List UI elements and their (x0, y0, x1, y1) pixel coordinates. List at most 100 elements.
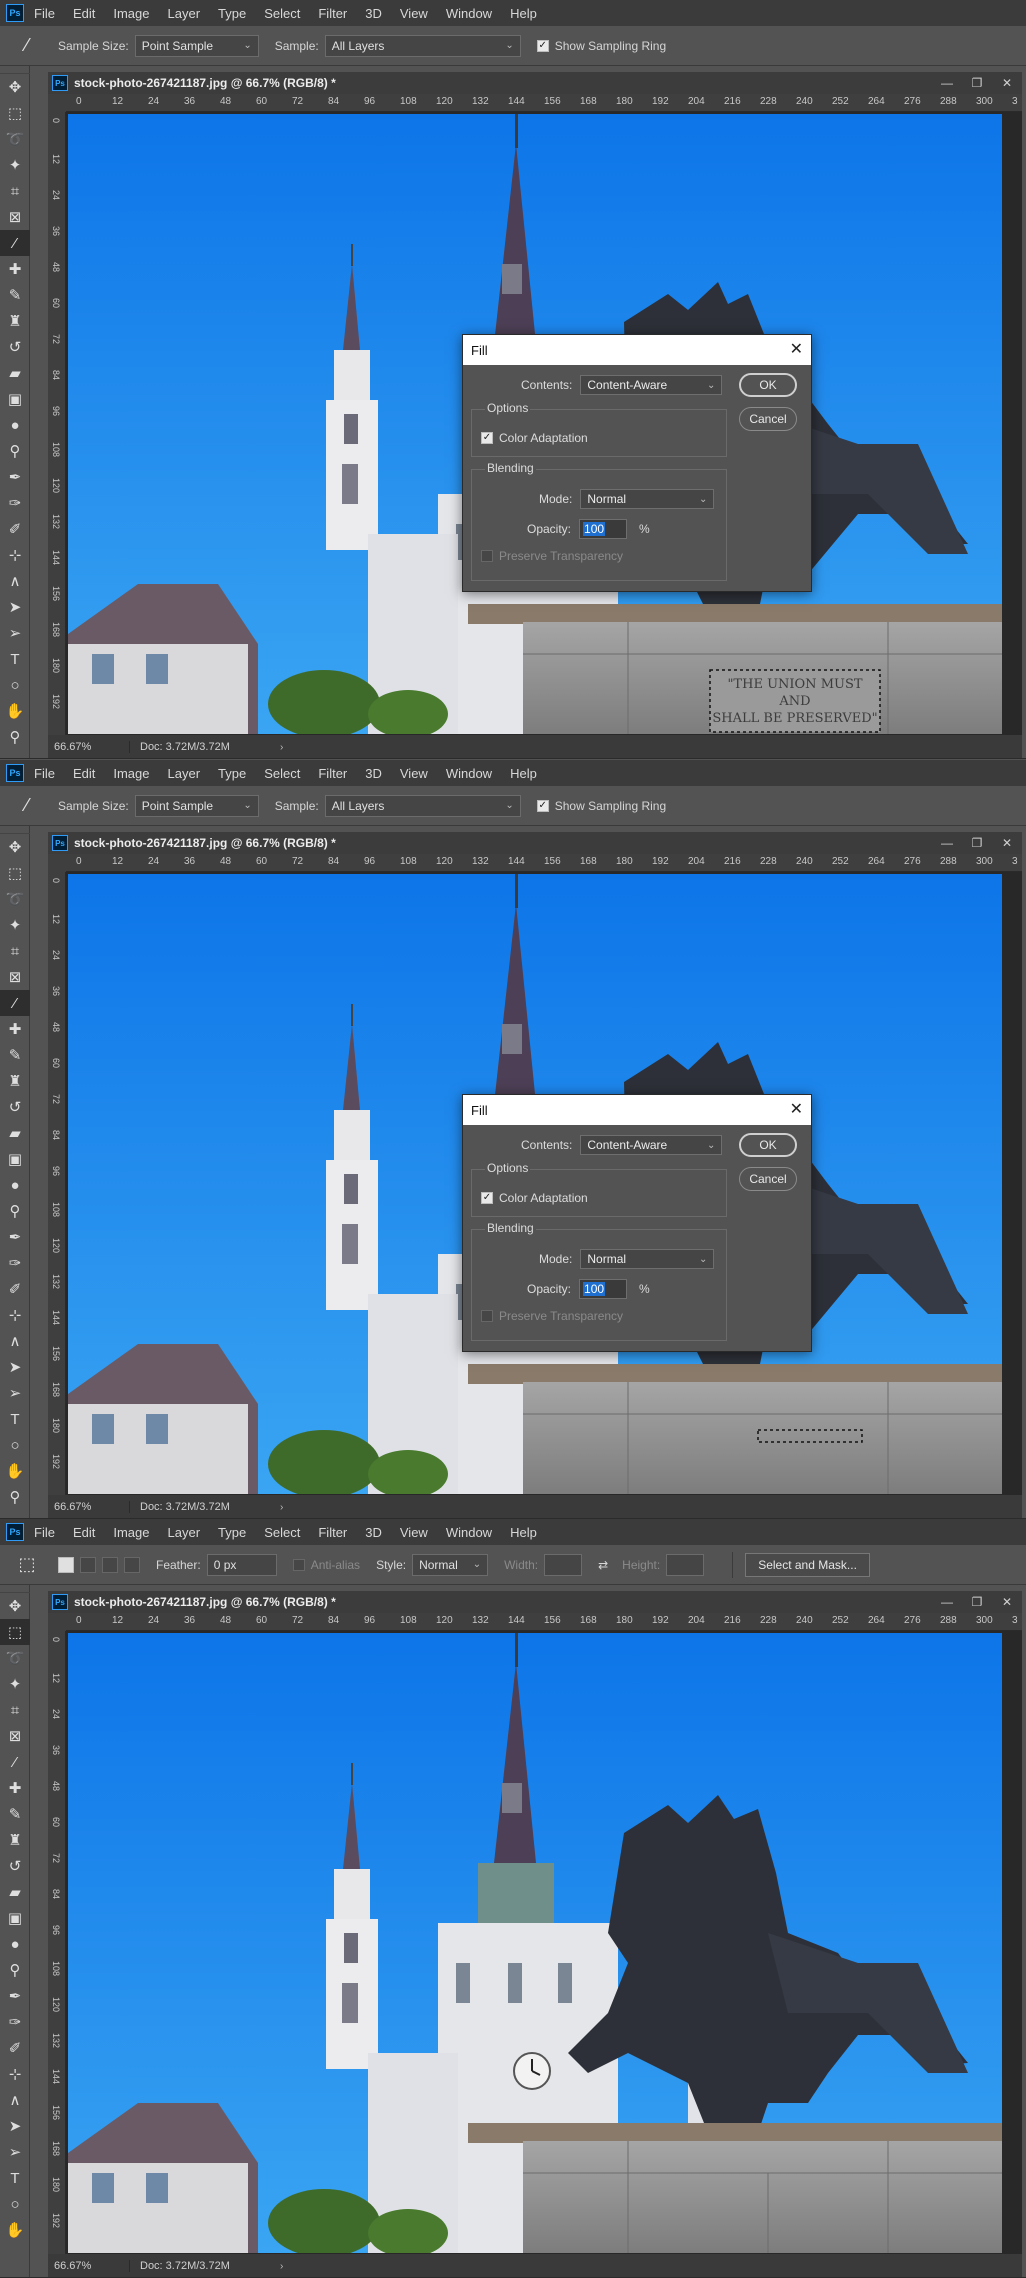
pen-tool-icon[interactable]: ✒ (0, 1983, 30, 2009)
dodge-tool-icon[interactable]: ⚲ (0, 1198, 30, 1224)
menu-help[interactable]: Help (510, 1525, 537, 1540)
vertical-ruler[interactable]: 0 12 24 36 48 60 72 84 96 108 120 132 144 156 168 180 19… (48, 112, 66, 735)
move-tool-icon[interactable]: ✥ (0, 74, 30, 100)
menu-3d[interactable]: 3D (365, 1525, 382, 1540)
menu-view[interactable]: View (400, 6, 428, 21)
new-selection-icon[interactable] (58, 1556, 74, 1573)
blur-tool-icon[interactable]: ● (0, 1172, 30, 1198)
fill-dialog-titlebar[interactable]: Fill ✕ (463, 335, 811, 365)
ellipse-tool-icon[interactable]: ○ (0, 672, 30, 698)
menu-edit[interactable]: Edit (73, 766, 95, 781)
zoom-tool-icon[interactable]: ⚲ (0, 724, 30, 750)
add-to-selection-icon[interactable] (80, 1556, 96, 1573)
ellipse-tool-icon[interactable]: ○ (0, 2191, 30, 2217)
crop-tool-icon[interactable]: ⌗ (0, 1697, 30, 1723)
zoom-level[interactable]: 66.67% (48, 1501, 130, 1513)
eyedropper-tool-icon[interactable]: ⁄ (0, 990, 30, 1016)
menu-layer[interactable]: Layer (168, 766, 201, 781)
frame-tool-icon[interactable]: ⊠ (0, 204, 30, 230)
select-and-mask-button[interactable]: Select and Mask... (745, 1552, 870, 1577)
crop-tool-icon[interactable]: ⌗ (0, 178, 30, 204)
sample-select[interactable]: All Layers ⌄ (324, 794, 521, 817)
contents-select[interactable]: Content-Aware ⌄ (580, 375, 723, 395)
dodge-tool-icon[interactable]: ⚲ (0, 1957, 30, 1983)
eraser-tool-icon[interactable]: ▰ (0, 360, 30, 386)
color-adaptation-checkbox[interactable]: ✓ (481, 432, 493, 444)
document-tab[interactable]: Ps stock-photo-267421187.jpg @ 66.7% (RG… (48, 72, 1022, 94)
toolbar-grip[interactable] (0, 1585, 30, 1593)
lasso-tool-icon[interactable]: ➰ (0, 886, 30, 912)
menu-file[interactable]: File (34, 6, 55, 21)
ruler-corner[interactable] (48, 1613, 66, 1631)
add-anchor-tool-icon[interactable]: ⊹ (0, 542, 30, 568)
eyedropper-tool-preset-icon[interactable]: ⁄ (14, 793, 40, 819)
curvature-pen-tool-icon[interactable]: ✐ (0, 2035, 30, 2061)
document-tab[interactable]: Ps stock-photo-267421187.jpg @ 66.7% (RG… (48, 832, 1022, 854)
style-select[interactable]: Normal ⌄ (412, 1553, 489, 1576)
marquee-tool-icon[interactable]: ⬚ (0, 1619, 30, 1645)
menu-window[interactable]: Window (446, 1525, 492, 1540)
eyedropper-tool-icon[interactable]: ⁄ (0, 230, 30, 256)
hand-tool-icon[interactable]: ✋ (0, 1458, 30, 1484)
clone-stamp-tool-icon[interactable]: ♜ (0, 1068, 30, 1094)
menu-help[interactable]: Help (510, 6, 537, 21)
add-anchor-tool-icon[interactable]: ⊹ (0, 2061, 30, 2087)
magic-wand-tool-icon[interactable]: ✦ (0, 1671, 30, 1697)
menu-3d[interactable]: 3D (365, 6, 382, 21)
healing-brush-tool-icon[interactable]: ✚ (0, 1775, 30, 1801)
toolbar-grip[interactable] (0, 826, 30, 834)
crop-tool-icon[interactable]: ⌗ (0, 938, 30, 964)
eyedropper-tool-preset-icon[interactable]: ⁄ (14, 33, 40, 59)
convert-point-tool-icon[interactable]: ∧ (0, 2087, 30, 2113)
menu-file[interactable]: File (34, 1525, 55, 1540)
history-brush-tool-icon[interactable]: ↺ (0, 1853, 30, 1879)
menu-view[interactable]: View (400, 1525, 428, 1540)
doc-close-button[interactable]: ✕ (992, 72, 1022, 94)
menu-layer[interactable]: Layer (168, 1525, 201, 1540)
doc-minimize-button[interactable]: — (932, 832, 962, 854)
marquee-tool-preset-icon[interactable]: ⬚ (14, 1552, 40, 1578)
history-brush-tool-icon[interactable]: ↺ (0, 1094, 30, 1120)
clone-stamp-tool-icon[interactable]: ♜ (0, 1827, 30, 1853)
direct-selection-tool-icon[interactable]: ➢ (0, 1380, 30, 1406)
menu-type[interactable]: Type (218, 1525, 246, 1540)
doc-close-button[interactable]: ✕ (992, 832, 1022, 854)
frame-tool-icon[interactable]: ⊠ (0, 1723, 30, 1749)
eraser-tool-icon[interactable]: ▰ (0, 1879, 30, 1905)
ellipse-tool-icon[interactable]: ○ (0, 1432, 30, 1458)
menu-filter[interactable]: Filter (318, 1525, 347, 1540)
zoom-level[interactable]: 66.67% (48, 2260, 130, 2272)
show-sampling-ring-checkbox[interactable]: ✓ (536, 39, 549, 52)
menu-edit[interactable]: Edit (73, 1525, 95, 1540)
ruler-corner[interactable] (48, 854, 66, 872)
subtract-from-selection-icon[interactable] (102, 1556, 118, 1573)
zoom-level[interactable]: 66.67% (48, 741, 130, 753)
ok-button[interactable]: OK (739, 373, 797, 397)
menu-filter[interactable]: Filter (318, 6, 347, 21)
menu-select[interactable]: Select (264, 1525, 300, 1540)
close-icon[interactable]: ✕ (790, 1099, 803, 1119)
pen-tool-icon[interactable]: ✒ (0, 1224, 30, 1250)
brush-tool-icon[interactable]: ✎ (0, 1042, 30, 1068)
fill-dialog-titlebar[interactable]: Fill ✕ (463, 1095, 811, 1125)
blur-tool-icon[interactable]: ● (0, 412, 30, 438)
chevron-right-icon[interactable]: › (280, 1502, 283, 1513)
menu-select[interactable]: Select (264, 6, 300, 21)
menu-3d[interactable]: 3D (365, 766, 382, 781)
curvature-pen-tool-icon[interactable]: ✐ (0, 516, 30, 542)
image-canvas[interactable] (68, 1633, 1002, 2253)
hand-tool-icon[interactable]: ✋ (0, 2217, 30, 2243)
pen-tool-icon[interactable]: ✒ (0, 464, 30, 490)
ruler-corner[interactable] (48, 94, 66, 112)
dodge-tool-icon[interactable]: ⚲ (0, 438, 30, 464)
marquee-tool-icon[interactable]: ⬚ (0, 860, 30, 886)
type-tool-icon[interactable]: T (0, 1406, 30, 1432)
direct-selection-tool-icon[interactable]: ➢ (0, 2139, 30, 2165)
menu-file[interactable]: File (34, 766, 55, 781)
marquee-tool-icon[interactable]: ⬚ (0, 100, 30, 126)
opacity-input[interactable]: 100 (579, 1279, 628, 1299)
healing-brush-tool-icon[interactable]: ✚ (0, 256, 30, 282)
opacity-input[interactable]: 100 (579, 519, 628, 539)
menu-window[interactable]: Window (446, 766, 492, 781)
freeform-pen-tool-icon[interactable]: ✑ (0, 1250, 30, 1276)
